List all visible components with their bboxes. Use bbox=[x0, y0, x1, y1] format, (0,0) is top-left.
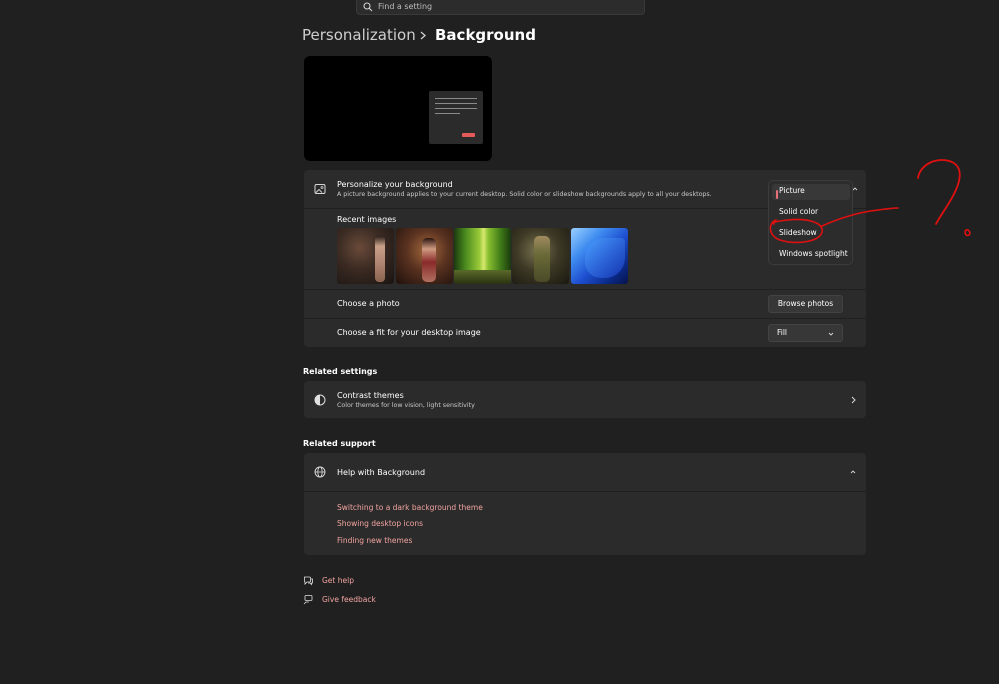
page-title: Background bbox=[435, 26, 536, 44]
desktop-preview bbox=[304, 56, 492, 161]
path-shape bbox=[454, 270, 511, 284]
search-input[interactable] bbox=[378, 0, 628, 13]
preview-line bbox=[435, 113, 460, 114]
related-support-heading: Related support bbox=[303, 439, 376, 448]
divider bbox=[304, 318, 866, 319]
preview-line bbox=[435, 108, 477, 109]
figure-shape bbox=[534, 236, 550, 282]
figure-shape bbox=[422, 238, 436, 282]
related-settings-heading: Related settings bbox=[303, 367, 378, 376]
red-annotation bbox=[769, 159, 971, 244]
recent-image-1[interactable] bbox=[337, 228, 394, 284]
dropdown-option-windows-spotlight[interactable]: Windows spotlight bbox=[779, 249, 848, 258]
help-with-background-title[interactable]: Help with Background bbox=[337, 468, 425, 477]
bloom-shape bbox=[585, 238, 625, 278]
fit-select-value: Fill bbox=[777, 328, 788, 337]
recent-image-4[interactable] bbox=[512, 228, 569, 284]
breadcrumb-parent[interactable]: Personalization bbox=[302, 26, 416, 44]
recent-image-3[interactable] bbox=[454, 228, 511, 284]
image-icon bbox=[314, 184, 326, 194]
recent-images-label: Recent images bbox=[337, 215, 397, 224]
preview-button bbox=[462, 133, 475, 137]
figure-shape bbox=[375, 236, 385, 282]
get-help-link[interactable]: Get help bbox=[322, 576, 354, 585]
fit-select[interactable]: Fill bbox=[768, 324, 843, 342]
globe-icon bbox=[314, 466, 326, 478]
contrast-icon bbox=[314, 394, 326, 406]
divider bbox=[304, 289, 866, 290]
help-link-new-themes[interactable]: Finding new themes bbox=[337, 536, 412, 545]
get-help-icon bbox=[303, 576, 313, 586]
divider bbox=[304, 491, 866, 492]
help-link-dark-theme[interactable]: Switching to a dark background theme bbox=[337, 503, 483, 512]
search-icon bbox=[363, 2, 373, 12]
browse-photos-button[interactable]: Browse photos bbox=[768, 295, 843, 313]
choose-photo-label: Choose a photo bbox=[337, 299, 400, 308]
preview-window bbox=[429, 91, 483, 144]
chevron-right-icon bbox=[851, 396, 856, 404]
preview-line bbox=[435, 103, 477, 104]
chevron-up-icon[interactable] bbox=[850, 469, 856, 475]
chevron-down-icon bbox=[828, 332, 834, 336]
give-feedback-link[interactable]: Give feedback bbox=[322, 595, 376, 604]
personalize-subtitle: A picture background applies to your cur… bbox=[337, 191, 712, 198]
help-link-desktop-icons[interactable]: Showing desktop icons bbox=[337, 519, 423, 528]
recent-image-5[interactable] bbox=[571, 228, 628, 284]
feedback-icon bbox=[303, 595, 313, 605]
choose-fit-label: Choose a fit for your desktop image bbox=[337, 328, 481, 337]
search-box[interactable] bbox=[356, 0, 645, 15]
chevron-right-icon bbox=[420, 31, 426, 40]
preview-line bbox=[435, 98, 477, 99]
personalize-title: Personalize your background bbox=[337, 180, 453, 189]
contrast-themes-subtitle: Color themes for low vision, light sensi… bbox=[337, 402, 475, 409]
recent-image-2[interactable] bbox=[396, 228, 453, 284]
contrast-themes-title: Contrast themes bbox=[337, 391, 404, 400]
